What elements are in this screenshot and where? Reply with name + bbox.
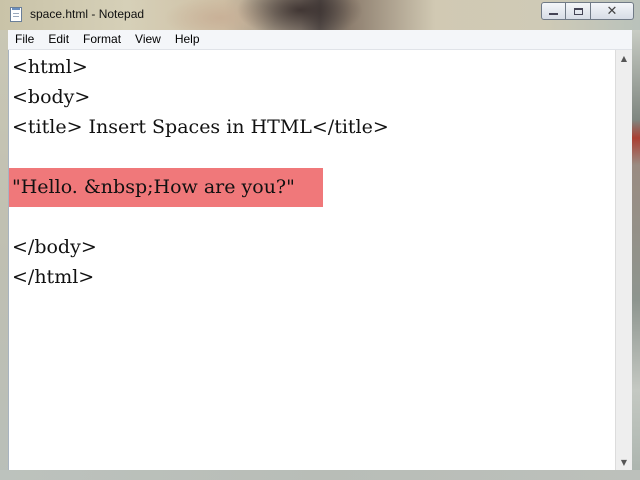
vertical-scrollbar[interactable]: ▲ ▼ (615, 50, 632, 470)
notepad-window: space.html - Notepad ✕ File Edit Format … (0, 0, 640, 480)
notepad-icon[interactable] (10, 7, 22, 22)
code-line-3: <title> Insert Spaces in HTML</title> (12, 116, 389, 138)
scroll-down-arrow-icon[interactable]: ▼ (616, 454, 632, 470)
close-icon: ✕ (606, 3, 618, 19)
title-bar[interactable]: space.html - Notepad ✕ (0, 0, 640, 30)
close-button[interactable]: ✕ (591, 2, 634, 20)
code-line-8: </html> (12, 266, 95, 288)
menu-file[interactable]: File (8, 30, 41, 49)
menu-format[interactable]: Format (76, 30, 128, 49)
menu-bar: File Edit Format View Help (8, 30, 632, 50)
caption-buttons: ✕ (541, 2, 634, 20)
maximize-icon (573, 7, 583, 15)
text-editor[interactable]: <html> <body> <title> Insert Spaces in H… (8, 50, 616, 470)
window-title: space.html - Notepad (30, 7, 145, 21)
menu-edit[interactable]: Edit (41, 30, 76, 49)
menu-help[interactable]: Help (168, 30, 207, 49)
window-border-left (0, 30, 8, 480)
minimize-button[interactable] (541, 2, 566, 20)
window-border-bottom (0, 470, 640, 480)
window-border-right (632, 30, 640, 480)
maximize-button[interactable] (566, 2, 591, 20)
code-line-1: <html> (12, 56, 88, 78)
scroll-up-arrow-icon[interactable]: ▲ (616, 50, 632, 66)
code-line-2: <body> (12, 86, 91, 108)
minimize-icon (549, 13, 558, 15)
menu-view[interactable]: View (128, 30, 168, 49)
code-line-7: </body> (12, 236, 97, 258)
code-line-5: "Hello. &nbsp;How are you?" (12, 176, 295, 198)
